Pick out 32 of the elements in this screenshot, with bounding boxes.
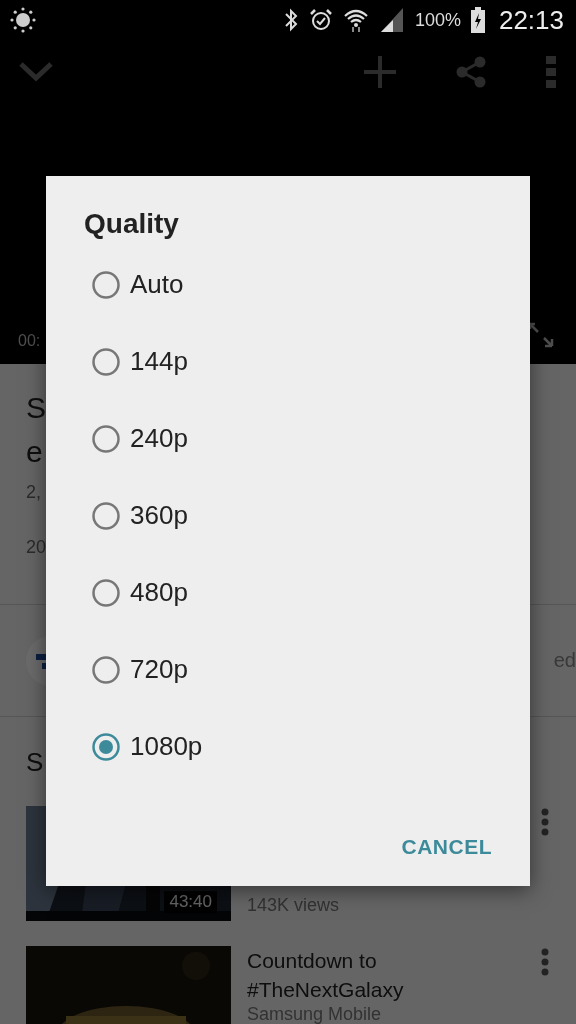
signal-icon: [378, 8, 405, 32]
upload-date: 20: [26, 537, 47, 558]
clock-time: 22:13: [498, 4, 564, 36]
dialog-title: Quality: [84, 208, 179, 240]
radio-button[interactable]: [92, 501, 120, 530]
quality-option[interactable]: Auto: [84, 246, 190, 323]
radio-button[interactable]: [92, 578, 120, 607]
radio-button[interactable]: [92, 732, 120, 761]
alarm-icon: [308, 8, 333, 32]
radio-button[interactable]: [92, 655, 120, 684]
bluetooth-icon: [282, 8, 299, 32]
quality-option[interactable]: 144p: [84, 323, 194, 400]
radio-button[interactable]: [92, 270, 120, 299]
wifi-icon: [342, 8, 369, 32]
section-heading: S: [26, 747, 44, 778]
more-icon[interactable]: [540, 948, 550, 976]
video-title: e: [26, 434, 43, 470]
brightness-icon: [10, 7, 36, 33]
quality-option[interactable]: 360p: [84, 477, 194, 554]
duration-badge: 43:40: [164, 891, 217, 913]
elapsed-time: 00:: [18, 332, 41, 350]
quality-option[interactable]: 1080p: [84, 708, 209, 785]
battery-charging-icon: [470, 7, 485, 33]
quality-option[interactable]: 480p: [84, 554, 194, 631]
radio-button[interactable]: [92, 424, 120, 453]
radio-button[interactable]: [92, 347, 120, 376]
more-icon[interactable]: [540, 808, 550, 836]
quality-option[interactable]: 240p: [84, 400, 194, 477]
view-count: 2,: [26, 482, 41, 503]
video-title: S: [26, 390, 46, 426]
quality-option[interactable]: 720p: [84, 631, 194, 708]
battery-percentage: 100%: [414, 9, 461, 31]
